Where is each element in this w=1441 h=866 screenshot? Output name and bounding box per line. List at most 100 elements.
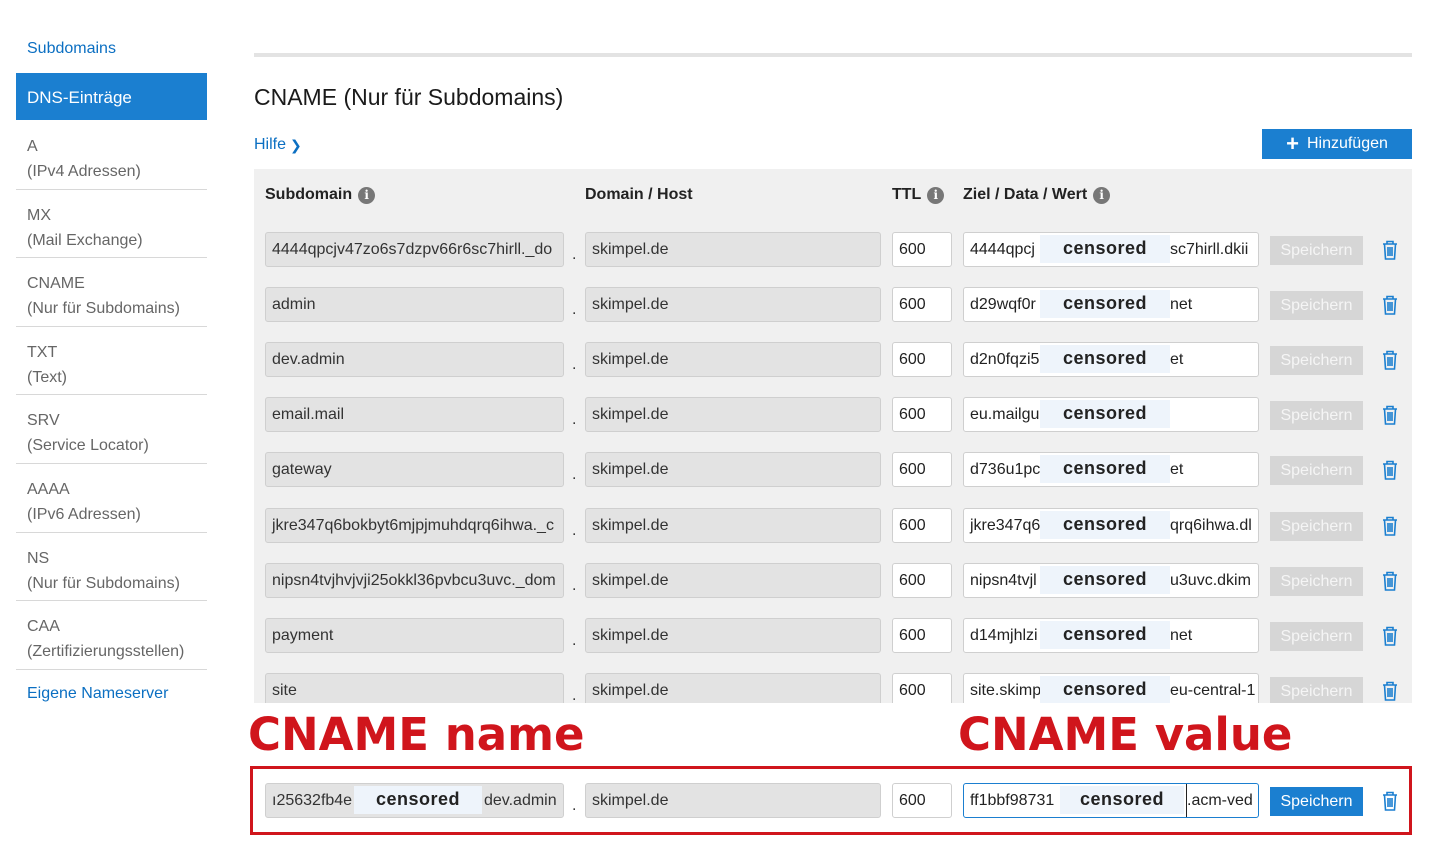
sidebar-item-srv[interactable]: SRV (Service Locator) <box>16 395 207 464</box>
add-button[interactable]: + Hinzufügen <box>1262 129 1412 159</box>
value-input[interactable]: jkre347q6 qrq6ihwa.dl censored <box>963 508 1259 543</box>
save-button[interactable]: Speichern <box>1270 346 1363 375</box>
column-header-ttl: TTL i <box>892 186 945 204</box>
trash-icon[interactable] <box>1381 625 1399 647</box>
trash-icon[interactable] <box>1381 515 1399 537</box>
trash-icon[interactable] <box>1381 680 1399 702</box>
value-input[interactable]: d29wqf0r net censored <box>963 287 1259 322</box>
sidebar-item-type: A <box>27 138 38 155</box>
censor-overlay: censored <box>1040 235 1170 263</box>
save-button[interactable]: Speichern <box>1270 677 1363 706</box>
domain-field: skimpel.de <box>585 397 881 432</box>
value-start: 4444qpcj <box>970 241 1035 258</box>
domain-field: skimpel.de <box>585 618 881 653</box>
trash-icon[interactable] <box>1381 570 1399 592</box>
trash-icon[interactable] <box>1381 404 1399 426</box>
sidebar-item-type: NS <box>27 549 50 567</box>
save-button[interactable]: Speichern <box>1270 512 1363 541</box>
sidebar-item-type: MX <box>27 206 51 224</box>
sidebar-item-mx[interactable]: MX (Mail Exchange) <box>16 190 207 259</box>
subdomain-field: jkre347q6bokbyt6mjpjmuhdqrq6ihwa._c <box>265 508 564 543</box>
save-button[interactable]: Speichern <box>1270 236 1363 265</box>
table-row: dev.admin. skimpel.de 600 d2n0fqzi5 et censor… <box>254 342 1412 382</box>
sidebar-item-cname[interactable]: CNAME (Nur für Subdomains) <box>16 258 207 327</box>
trash-icon[interactable] <box>1381 349 1399 371</box>
save-button[interactable]: Speichern <box>1270 291 1363 320</box>
separator-dot: . <box>572 522 577 539</box>
table-row: email.mail. skimpel.de 600 eu.mailgu censore… <box>254 397 1412 437</box>
value-end: et <box>1170 351 1184 368</box>
sidebar-item-desc: (Zertifizierungsstellen) <box>27 643 185 661</box>
value-end: net <box>1170 627 1193 644</box>
separator-dot: . <box>572 466 577 483</box>
sidebar-nameserver-link[interactable]: Eigene Nameserver <box>16 685 168 703</box>
separator-dot: . <box>572 632 577 649</box>
sidebar-subdomains-link[interactable]: Subdomains <box>16 40 116 58</box>
sidebar-item-desc: (Mail Exchange) <box>27 231 143 249</box>
value-input[interactable]: 4444qpcj sc7hirll.dkii censored <box>963 232 1259 267</box>
sidebar-item-a[interactable]: A (IPv4 Adressen) <box>16 121 207 190</box>
censor-overlay: censored <box>1040 455 1170 483</box>
domain-field: skimpel.de <box>585 232 881 267</box>
value-input[interactable]: d2n0fqzi5 et censored <box>963 342 1259 377</box>
value-start: d2n0fqzi5 <box>970 351 1040 368</box>
value-start: d14mjhlzi <box>970 627 1038 644</box>
ttl-input[interactable]: 600 <box>892 563 952 598</box>
subdomain-field: nipsn4tvjhvjvji25okkl36pvbcu3uvc._dom <box>265 563 564 598</box>
save-button[interactable]: Speichern <box>1270 622 1363 651</box>
column-header-subdomain: Subdomain i <box>265 186 376 204</box>
value-start: d736u1pc <box>970 461 1041 478</box>
save-button[interactable]: Speichern <box>1270 456 1363 485</box>
value-input[interactable]: d14mjhlzi net censored <box>963 618 1259 653</box>
separator-dot: . <box>572 411 577 428</box>
domain-field: skimpel.de <box>585 287 881 322</box>
ttl-input[interactable]: 600 <box>892 452 952 487</box>
save-button[interactable]: Speichern <box>1270 401 1363 430</box>
save-button[interactable]: Speichern <box>1270 567 1363 596</box>
value-input[interactable]: nipsn4tvjl u3uvc.dkim censored <box>963 563 1259 598</box>
subdomain-field: email.mail <box>265 397 564 432</box>
sidebar-item-caa[interactable]: CAA (Zertifizierungsstellen) <box>16 601 207 670</box>
trash-icon[interactable] <box>1381 459 1399 481</box>
value-end: et <box>1170 461 1184 478</box>
column-header-label: Domain / Host <box>585 186 693 203</box>
domain-field: skimpel.de <box>585 508 881 543</box>
sidebar-item-ns[interactable]: NS (Nur für Subdomains) <box>16 533 207 602</box>
separator-dot: . <box>572 301 577 318</box>
trash-icon[interactable] <box>1381 239 1399 261</box>
censor-overlay: censored <box>1040 566 1170 594</box>
ttl-input[interactable]: 600 <box>892 397 952 432</box>
page-title: CNAME (Nur für Subdomains) <box>254 84 564 110</box>
info-icon[interactable]: i <box>927 186 945 204</box>
add-button-label: Hinzufügen <box>1306 135 1388 152</box>
sidebar-item-desc: (IPv6 Adressen) <box>27 505 141 523</box>
value-end: sc7hirll.dkii <box>1170 241 1249 258</box>
info-icon[interactable]: i <box>1093 186 1111 204</box>
ttl-input[interactable]: 600 <box>892 342 952 377</box>
value-input[interactable]: eu.mailgu censored <box>963 397 1259 432</box>
censor-overlay: censored <box>1040 676 1170 704</box>
help-link[interactable]: Hilfe ❯ <box>254 136 302 154</box>
separator-dot: . <box>572 577 577 594</box>
censor-overlay: censored <box>1040 621 1170 649</box>
table-row: 4444qpcjv47zo6s7dzpv66r6sc7hirll._do. ski… <box>254 232 1412 272</box>
ttl-input[interactable]: 600 <box>892 287 952 322</box>
value-start: d29wqf0r <box>970 296 1036 313</box>
ttl-input[interactable]: 600 <box>892 618 952 653</box>
plus-icon: + <box>1286 131 1299 156</box>
value-input[interactable]: d736u1pc et censored <box>963 452 1259 487</box>
domain-field: skimpel.de <box>585 452 881 487</box>
column-header-label: Ziel / Data / Wert <box>963 186 1088 203</box>
sidebar-item-aaaa[interactable]: AAAA (IPv6 Adressen) <box>16 464 207 533</box>
subdomain-field: admin <box>265 287 564 322</box>
ttl-input[interactable]: 600 <box>892 232 952 267</box>
info-icon[interactable]: i <box>358 186 376 204</box>
sidebar-item-desc: (Service Locator) <box>27 437 149 455</box>
value-end: u3uvc.dkim <box>1170 572 1251 589</box>
ttl-input[interactable]: 600 <box>892 508 952 543</box>
table-row: nipsn4tvjhvjvji25okkl36pvbcu3uvc._dom. sk… <box>254 563 1412 603</box>
trash-icon[interactable] <box>1381 294 1399 316</box>
sidebar-item-dns-entries[interactable]: DNS-Einträge <box>16 73 207 120</box>
help-label: Hilfe <box>254 136 287 153</box>
sidebar-item-txt[interactable]: TXT (Text) <box>16 327 207 396</box>
